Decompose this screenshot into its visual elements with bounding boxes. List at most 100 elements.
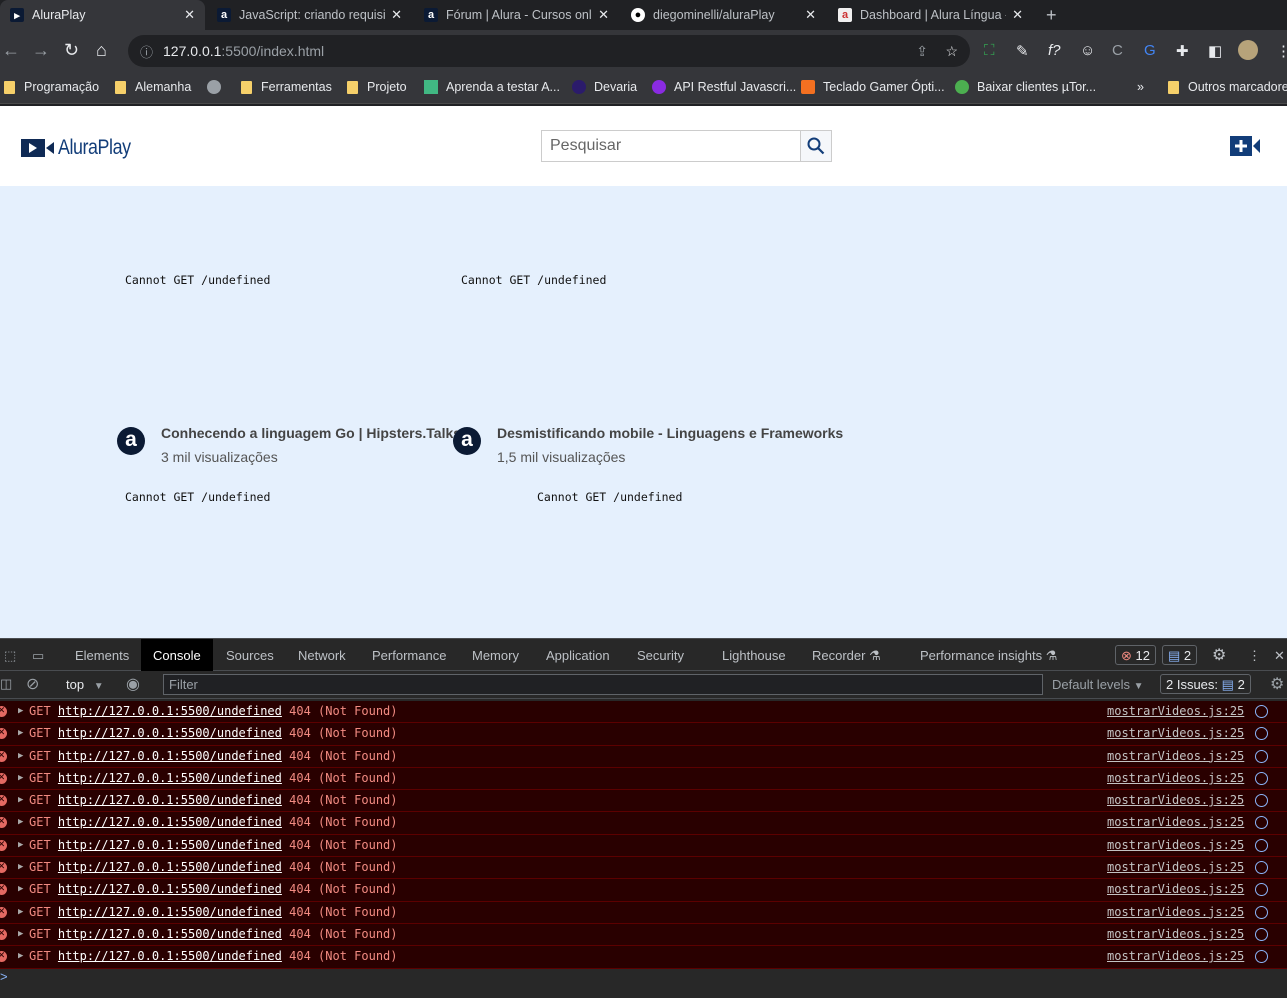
tab-sources[interactable]: Sources xyxy=(214,639,286,671)
tab-recorder[interactable]: Recorder ⚗ xyxy=(800,639,893,671)
bookmark-projeto[interactable]: Projeto xyxy=(347,80,407,94)
tab-memory[interactable]: Memory xyxy=(460,639,531,671)
console-error-row[interactable]: ✕ ▶ GET http://127.0.0.1:5500/undefined 40… xyxy=(0,767,1287,791)
request-url-link[interactable]: http://127.0.0.1:5500/undefined xyxy=(58,838,282,852)
share-icon[interactable]: ⇪ xyxy=(916,43,928,60)
address-bar[interactable]: ⓘ 127.0.0.1:5500/index.html ⇪ ☆ xyxy=(128,35,970,67)
network-request-icon[interactable] xyxy=(1255,883,1268,897)
side-panel-icon[interactable]: ◧ xyxy=(1208,42,1222,60)
console-prompt[interactable]: > xyxy=(0,969,8,984)
expand-triangle-icon[interactable]: ▶ xyxy=(18,946,23,967)
back-icon[interactable]: ← xyxy=(2,40,20,61)
expand-triangle-icon[interactable]: ▶ xyxy=(18,902,23,923)
network-request-icon[interactable] xyxy=(1255,727,1268,741)
source-link[interactable]: mostrarVideos.js:25 xyxy=(1107,835,1244,856)
add-video-icon[interactable] xyxy=(1230,136,1260,156)
source-link[interactable]: mostrarVideos.js:25 xyxy=(1107,746,1244,767)
expand-triangle-icon[interactable]: ▶ xyxy=(18,790,23,811)
request-url-link[interactable]: http://127.0.0.1:5500/undefined xyxy=(58,704,282,718)
network-request-icon[interactable] xyxy=(1255,861,1268,875)
search-input[interactable] xyxy=(542,131,800,161)
menu-kebab-icon[interactable]: ⋮ xyxy=(1276,42,1287,60)
close-icon[interactable]: ✕ xyxy=(805,7,816,23)
close-icon[interactable]: ✕ xyxy=(391,7,402,23)
request-url-link[interactable]: http://127.0.0.1:5500/undefined xyxy=(58,905,282,919)
extension-face-icon[interactable]: ☺ xyxy=(1080,42,1095,59)
bookmark-programacao[interactable]: Programação xyxy=(4,80,99,94)
more-bookmarks-button[interactable]: » xyxy=(1137,80,1144,94)
tab-dashboard[interactable]: a Dashboard | Alura Língua - ✕ xyxy=(828,0,1033,30)
expand-triangle-icon[interactable]: ▶ xyxy=(18,723,23,744)
request-url-link[interactable]: http://127.0.0.1:5500/undefined xyxy=(58,771,282,785)
request-url-link[interactable]: http://127.0.0.1:5500/undefined xyxy=(58,949,282,963)
bookmark-devaria[interactable]: Devaria xyxy=(572,80,637,94)
forward-icon[interactable]: → xyxy=(32,40,50,61)
source-link[interactable]: mostrarVideos.js:25 xyxy=(1107,790,1244,811)
bookmark-alemanha[interactable]: Alemanha xyxy=(115,80,191,94)
request-url-link[interactable]: http://127.0.0.1:5500/undefined xyxy=(58,860,282,874)
eyedropper-icon[interactable]: ✎ xyxy=(1016,42,1029,60)
tab-github[interactable]: ● diegominelli/aluraPlay ✕ xyxy=(621,0,826,30)
function-icon[interactable]: f? xyxy=(1048,42,1061,59)
network-request-icon[interactable] xyxy=(1255,705,1268,718)
close-icon[interactable]: ✕ xyxy=(598,7,609,23)
network-request-icon[interactable] xyxy=(1255,749,1268,763)
bookmark-teclado[interactable]: Teclado Gamer Ópti... xyxy=(801,80,945,94)
request-url-link[interactable]: http://127.0.0.1:5500/undefined xyxy=(58,815,282,829)
tab-lighthouse[interactable]: Lighthouse xyxy=(710,639,798,671)
expand-triangle-icon[interactable]: ▶ xyxy=(18,812,23,833)
bookmark-outros[interactable]: Outros marcadores xyxy=(1168,80,1287,94)
source-link[interactable]: mostrarVideos.js:25 xyxy=(1107,768,1244,789)
network-request-icon[interactable] xyxy=(1255,816,1268,830)
console-settings-icon[interactable]: ⚙ xyxy=(1270,674,1284,694)
expand-triangle-icon[interactable]: ▶ xyxy=(18,835,23,856)
request-url-link[interactable]: http://127.0.0.1:5500/undefined xyxy=(58,927,282,941)
home-icon[interactable]: ⌂ xyxy=(96,40,107,61)
tab-console[interactable]: Console xyxy=(141,639,213,671)
expand-triangle-icon[interactable]: ▶ xyxy=(18,879,23,900)
expand-triangle-icon[interactable]: ▶ xyxy=(18,857,23,878)
bookmark-api-restful[interactable]: API Restful Javascri... xyxy=(652,80,796,94)
info-icon[interactable]: ⓘ xyxy=(140,42,153,61)
video-title[interactable]: Desmistificando mobile - Linguagens e Fr… xyxy=(497,425,843,441)
log-levels-dropdown[interactable]: Default levels ▼ xyxy=(1052,677,1144,692)
new-tab-button[interactable]: + xyxy=(1036,0,1067,30)
device-toolbar-icon[interactable]: ▭ xyxy=(20,639,56,671)
network-request-icon[interactable] xyxy=(1255,927,1268,941)
console-error-row[interactable]: ✕ ▶ GET http://127.0.0.1:5500/undefined 40… xyxy=(0,834,1287,858)
video-title[interactable]: Conhecendo a linguagem Go | Hipsters.Tal… xyxy=(161,425,461,441)
tab-security[interactable]: Security xyxy=(625,639,696,671)
console-error-row[interactable]: ✕ ▶ GET http://127.0.0.1:5500/undefined 40… xyxy=(0,745,1287,768)
bookmark-ferramentas[interactable]: Ferramentas xyxy=(241,80,332,94)
network-request-icon[interactable] xyxy=(1255,905,1268,919)
source-link[interactable]: mostrarVideos.js:25 xyxy=(1107,946,1244,967)
console-error-row[interactable]: ✕ ▶ GET http://127.0.0.1:5500/undefined 40… xyxy=(0,701,1287,724)
request-url-link[interactable]: http://127.0.0.1:5500/undefined xyxy=(58,726,282,740)
network-request-icon[interactable] xyxy=(1255,771,1268,785)
network-request-icon[interactable] xyxy=(1255,794,1268,808)
console-error-row[interactable]: ✕ ▶ GET http://127.0.0.1:5500/undefined 40… xyxy=(0,790,1287,813)
sidebar-toggle-icon[interactable]: ◫ xyxy=(0,676,12,692)
message-count-badge[interactable]: ▤ 2 xyxy=(1162,645,1198,665)
console-error-row[interactable]: ✕ ▶ GET http://127.0.0.1:5500/undefined 40… xyxy=(0,946,1287,969)
tab-performance-insights[interactable]: Performance insights ⚗ xyxy=(908,639,1069,671)
search-button[interactable] xyxy=(800,131,831,161)
extension-c-icon[interactable]: C xyxy=(1112,42,1123,59)
tab-elements[interactable]: Elements xyxy=(63,639,141,671)
source-link[interactable]: mostrarVideos.js:25 xyxy=(1107,902,1244,923)
tab-javascript[interactable]: aJavaScript: criando requisições✕ xyxy=(207,0,412,30)
bookmark-globe[interactable] xyxy=(207,80,229,94)
context-selector[interactable]: top ▼ xyxy=(66,677,104,692)
aluraplay-logo[interactable]: AluraPlay xyxy=(21,136,143,160)
request-url-link[interactable]: http://127.0.0.1:5500/undefined xyxy=(58,749,282,763)
network-request-icon[interactable] xyxy=(1255,838,1268,852)
source-link[interactable]: mostrarVideos.js:25 xyxy=(1107,701,1244,722)
settings-gear-icon[interactable]: ⚙ xyxy=(1200,639,1238,671)
network-request-icon[interactable] xyxy=(1255,950,1268,964)
bookmark-utorrent[interactable]: Baixar clientes µTor... xyxy=(955,80,1096,94)
translate-icon[interactable]: G xyxy=(1144,42,1156,59)
console-error-row[interactable]: ✕ ▶ GET http://127.0.0.1:5500/undefined 40… xyxy=(0,857,1287,880)
profile-avatar[interactable] xyxy=(1238,40,1258,60)
source-link[interactable]: mostrarVideos.js:25 xyxy=(1107,879,1244,900)
request-url-link[interactable]: http://127.0.0.1:5500/undefined xyxy=(58,793,282,807)
